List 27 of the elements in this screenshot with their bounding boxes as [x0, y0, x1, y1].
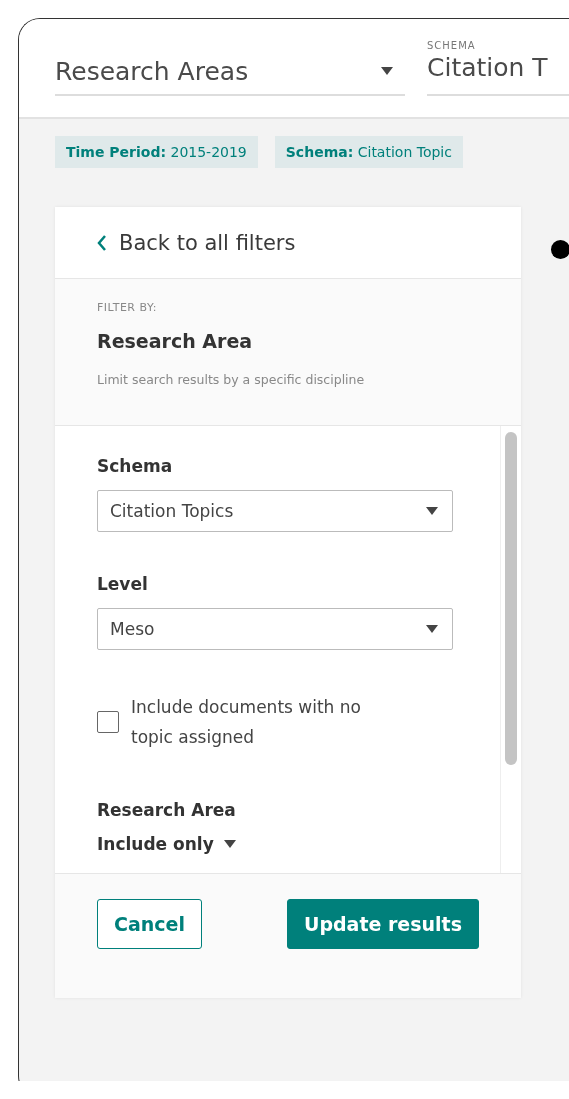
bullet-icon — [551, 240, 569, 259]
filter-chip[interactable]: Time Period: 2015-2019 — [55, 136, 258, 168]
field-label: Schema — [97, 456, 174, 476]
checkbox-label: Include documents with no topic assigned — [131, 696, 362, 749]
select-field[interactable]: Meso — [97, 608, 453, 650]
field-label: Level — [97, 574, 149, 594]
cancel-button[interactable]: Cancel — [97, 899, 202, 949]
select-field[interactable]: Citation Topics — [97, 490, 453, 532]
include-menu-button[interactable]: Include only — [97, 834, 236, 854]
filter-description: Limit search results by a specific discipline — [97, 372, 366, 387]
section-heading: Research Area — [97, 800, 237, 820]
back-link[interactable]: Back to all filters — [55, 207, 521, 279]
caret-icon — [223, 840, 236, 848]
checkbox[interactable] — [97, 711, 119, 733]
schema-field[interactable]: SCHEMA Citation T — [427, 22, 569, 96]
filter-by-label: FILTER BY: — [97, 301, 158, 314]
area-dropdown[interactable]: Research Areas — [55, 48, 405, 96]
field-label: SCHEMA — [427, 40, 477, 51]
caret-icon — [426, 625, 438, 633]
caret-icon — [426, 507, 438, 515]
filter-title: Research Area — [97, 330, 254, 352]
caret-icon — [381, 67, 393, 75]
update-button[interactable]: Update results — [286, 899, 479, 949]
chevron-left-icon — [97, 234, 107, 251]
scrollbar-thumb[interactable] — [505, 432, 517, 765]
field-value: Citation T — [427, 53, 549, 82]
filter-chip[interactable]: Schema: Citation Topic — [274, 136, 463, 168]
